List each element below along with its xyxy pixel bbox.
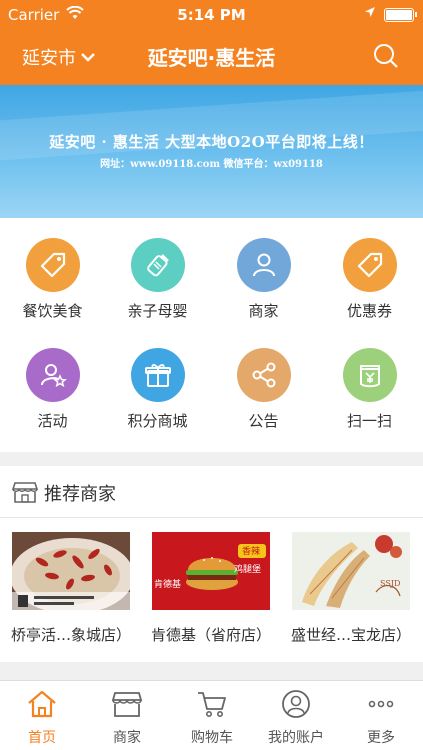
tab-label: 我的账户 (268, 730, 324, 746)
banner-subline: 网址：www.09118.com 微信平台：wx09118 (100, 159, 323, 170)
home-icon (28, 690, 56, 718)
category-food[interactable]: 餐饮美食 (0, 218, 105, 323)
tab-home[interactable]: 首页 (0, 681, 84, 750)
merchant-card[interactable]: 肯德基 香辣 鸡腿堡 肯德基（省府店） (151, 532, 271, 647)
merchant-image: 肯德基 香辣 鸡腿堡 (152, 532, 270, 610)
category-label: 积分商城 (127, 412, 188, 430)
merchant-name: 桥亭活…象城店） (10, 626, 131, 644)
header-bar: Carrier 5:14 PM 延安市 延安吧·惠生活 (0, 0, 423, 85)
store-icon (12, 482, 38, 503)
shop-icon (111, 692, 143, 717)
category-label: 优惠券 (346, 302, 392, 320)
battery-icon (384, 8, 417, 22)
location-arrow-icon (364, 6, 376, 22)
merchant-name: 肯德基（省府店） (150, 626, 271, 644)
tab-bar: 首页 商家 购物车 我的账户 更多 (0, 680, 423, 750)
merchant-image-text: 鸡腿堡 (234, 563, 261, 575)
coupon-tag-icon (343, 238, 397, 292)
clock: 5:14 PM (177, 6, 246, 24)
category-baby[interactable]: 亲子母婴 (105, 218, 210, 323)
tab-more[interactable]: 更多 (339, 681, 423, 750)
category-activity[interactable]: 活动 (0, 328, 105, 433)
category-label: 商家 (248, 302, 279, 320)
account-icon (282, 690, 310, 718)
category-label: 亲子母婴 (127, 302, 188, 320)
promo-banner[interactable]: 延安吧 · 惠生活 大型本地O2O平台即将上线！ 网址：www.09118.co… (0, 85, 423, 218)
recommended-merchants-section: 推荐商家 桥亭活…象城店） 肯德基 香辣 鸡腿堡 肯德基（省府店） SSJD 盛… (0, 466, 423, 662)
status-bar: Carrier 5:14 PM (0, 0, 423, 30)
category-label: 扫一扫 (346, 412, 392, 430)
section-header: 推荐商家 (0, 466, 423, 518)
merchant-card[interactable]: SSJD 盛世经…宝龙店） (291, 532, 411, 647)
merchant-image-text: 肯德基 (154, 578, 181, 590)
tab-merchants[interactable]: 商家 (85, 681, 169, 750)
category-merchant[interactable]: 商家 (211, 218, 316, 323)
category-grid: 餐饮美食 亲子母婴 商家 优惠券 活动 积分商城 公告 扫一扫 (0, 218, 423, 452)
tab-label: 商家 (113, 730, 141, 746)
merchant-name: 盛世经…宝龙店） (290, 626, 411, 644)
category-coupon[interactable]: 优惠券 (317, 218, 422, 323)
search-icon[interactable] (372, 42, 400, 70)
merchant-image-text: 香辣 (242, 545, 260, 557)
more-icon (368, 700, 394, 708)
category-label: 餐饮美食 (22, 302, 83, 320)
category-announcement[interactable]: 公告 (211, 328, 316, 433)
tab-label: 购物车 (191, 730, 233, 746)
user-star-icon (26, 348, 80, 402)
share-icon (237, 348, 291, 402)
category-label: 活动 (37, 412, 68, 430)
page-title: 延安吧·惠生活 (147, 46, 276, 70)
merchant-card[interactable]: 桥亭活…象城店） (11, 532, 131, 647)
baby-bottle-icon (131, 238, 185, 292)
tab-label: 首页 (28, 730, 56, 746)
tab-cart[interactable]: 购物车 (170, 681, 254, 750)
cart-icon (198, 692, 226, 717)
merchant-image (12, 532, 130, 610)
merchant-image: SSJD (292, 532, 410, 610)
category-label: 公告 (248, 412, 279, 430)
scan-icon (343, 348, 397, 402)
tag-icon (26, 238, 80, 292)
tab-account[interactable]: 我的账户 (254, 681, 338, 750)
gift-icon (131, 348, 185, 402)
tab-label: 更多 (367, 730, 395, 746)
section-title: 推荐商家 (44, 484, 116, 505)
category-points-mall[interactable]: 积分商城 (105, 328, 210, 433)
category-scan[interactable]: 扫一扫 (317, 328, 422, 433)
user-icon (237, 238, 291, 292)
banner-headline: 延安吧 · 惠生活 大型本地O2O平台即将上线！ (49, 133, 374, 151)
